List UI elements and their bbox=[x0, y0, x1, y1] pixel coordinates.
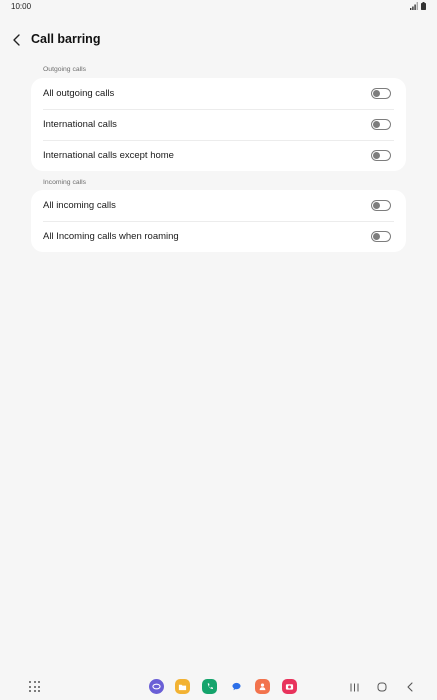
status-time: 10:00 bbox=[11, 2, 32, 11]
setting-label: All outgoing calls bbox=[43, 88, 115, 99]
home-icon[interactable] bbox=[375, 680, 389, 694]
apps-grid-icon[interactable] bbox=[29, 681, 40, 692]
setting-row-incoming-roaming[interactable]: All Incoming calls when roaming bbox=[31, 221, 406, 252]
incoming-calls-card: All incoming calls All Incoming calls wh… bbox=[31, 190, 406, 252]
files-app-icon[interactable] bbox=[175, 679, 190, 694]
toggle-switch[interactable] bbox=[371, 200, 391, 211]
status-bar: 10:00 bbox=[0, 0, 437, 14]
header: Call barring bbox=[0, 26, 437, 54]
section-label-incoming: Incoming calls bbox=[43, 179, 87, 186]
battery-icon bbox=[421, 2, 426, 10]
toggle-knob bbox=[372, 151, 380, 159]
back-icon[interactable] bbox=[403, 680, 417, 694]
toggle-knob bbox=[372, 89, 380, 97]
setting-label: All incoming calls bbox=[43, 200, 116, 211]
setting-row-all-incoming[interactable]: All incoming calls bbox=[31, 190, 406, 221]
back-button[interactable] bbox=[8, 30, 26, 50]
setting-label: All Incoming calls when roaming bbox=[43, 231, 179, 242]
setting-label: International calls except home bbox=[43, 150, 174, 161]
recents-icon[interactable] bbox=[347, 680, 361, 694]
toggle-switch[interactable] bbox=[371, 88, 391, 99]
toggle-knob bbox=[372, 232, 380, 240]
toggle-switch[interactable] bbox=[371, 119, 391, 130]
outgoing-calls-card: All outgoing calls International calls I… bbox=[31, 78, 406, 171]
status-icons bbox=[410, 2, 426, 10]
screen: 10:00 Call barring Outgoing calls All ou… bbox=[0, 0, 437, 700]
camera-app-icon[interactable] bbox=[282, 679, 297, 694]
toggle-knob bbox=[372, 120, 380, 128]
setting-row-international-except-home[interactable]: International calls except home bbox=[31, 140, 406, 171]
toggle-switch[interactable] bbox=[371, 231, 391, 242]
signal-icon bbox=[410, 2, 418, 10]
setting-row-international[interactable]: International calls bbox=[31, 109, 406, 140]
setting-row-all-outgoing[interactable]: All outgoing calls bbox=[31, 78, 406, 109]
toggle-knob bbox=[372, 201, 380, 209]
phone-app-icon[interactable] bbox=[202, 679, 217, 694]
toggle-switch[interactable] bbox=[371, 150, 391, 161]
messages-app-icon[interactable] bbox=[229, 679, 244, 694]
setting-label: International calls bbox=[43, 119, 117, 130]
page-title: Call barring bbox=[31, 32, 101, 46]
contacts-app-icon[interactable] bbox=[255, 679, 270, 694]
internet-app-icon[interactable] bbox=[149, 679, 164, 694]
chevron-left-icon bbox=[13, 34, 20, 46]
section-label-outgoing: Outgoing calls bbox=[43, 66, 87, 73]
nav-bar bbox=[0, 674, 437, 700]
